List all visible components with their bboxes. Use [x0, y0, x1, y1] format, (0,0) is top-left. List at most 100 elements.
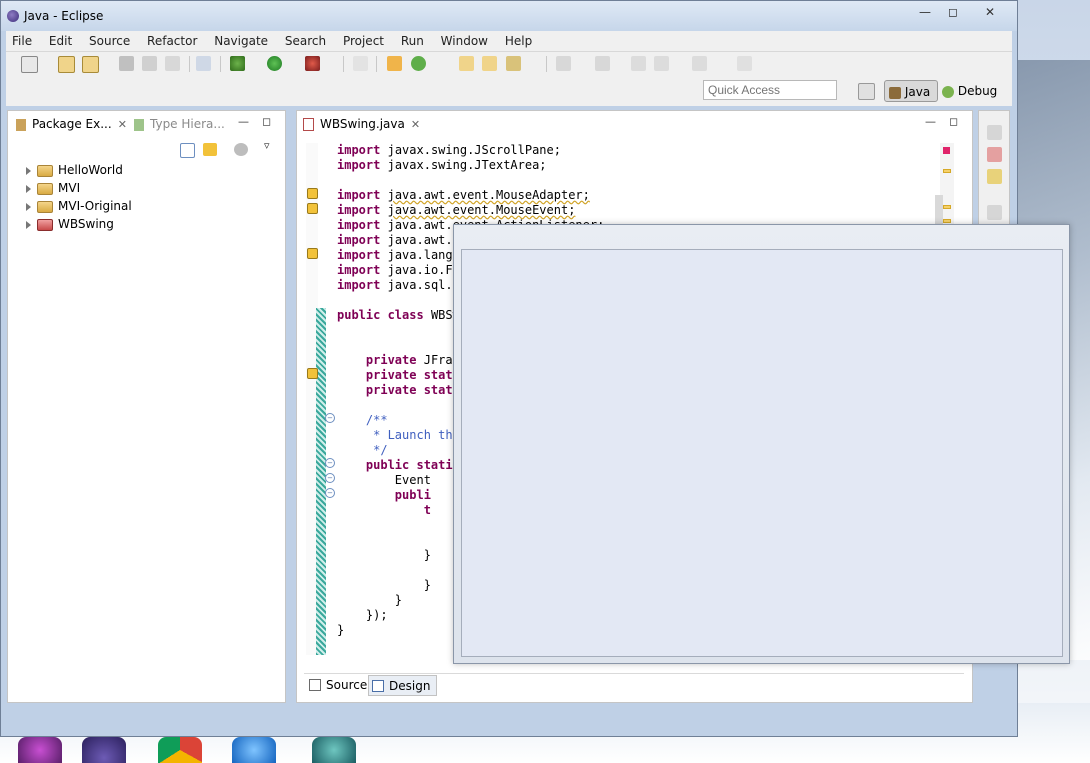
refresh-icon[interactable]: [411, 56, 426, 71]
fold-icon[interactable]: −: [325, 488, 335, 498]
warning-marker[interactable]: [943, 205, 951, 209]
open-folder-icon[interactable]: [482, 56, 497, 71]
maximize-icon[interactable]: ◻: [945, 3, 961, 21]
menu-window[interactable]: Window: [435, 31, 495, 51]
fold-icon[interactable]: −: [325, 458, 335, 468]
close-tab-icon[interactable]: ✕: [118, 118, 127, 131]
swing-frame-content[interactable]: [461, 249, 1063, 657]
code-line: });: [337, 608, 388, 622]
pin-icon[interactable]: [737, 56, 752, 71]
view-menu-icon[interactable]: [234, 143, 248, 156]
toolbar-separator: [546, 56, 547, 72]
code-line: }: [337, 548, 431, 562]
print-icon[interactable]: [165, 56, 180, 71]
tab-design[interactable]: Design: [368, 675, 438, 696]
tree-item-mvi-original[interactable]: MVI-Original: [26, 197, 132, 215]
menu-search[interactable]: Search: [279, 31, 333, 51]
restore-icon[interactable]: [987, 125, 1002, 140]
taskbar-app-icon[interactable]: [18, 737, 62, 763]
swing-frame-window[interactable]: [453, 224, 1070, 664]
search-icon[interactable]: [506, 56, 521, 71]
menu-navigate[interactable]: Navigate: [208, 31, 275, 51]
minimize-view-icon[interactable]: —: [238, 115, 249, 128]
next-annotation-icon[interactable]: [556, 56, 571, 71]
skip-breakpoints-icon[interactable]: [353, 56, 368, 71]
warning-icon[interactable]: [307, 368, 318, 379]
new-class-icon[interactable]: [387, 56, 402, 71]
restore-icon[interactable]: [987, 205, 1002, 220]
menu-run[interactable]: Run: [395, 31, 431, 51]
tree-item-label: MVI-Original: [58, 199, 132, 213]
last-edit-icon[interactable]: [631, 56, 646, 71]
new-package-icon[interactable]: [82, 56, 99, 73]
code-text: java.io.Fi: [387, 263, 460, 277]
expand-arrow-icon[interactable]: [26, 202, 31, 211]
open-perspective-icon[interactable]: [858, 83, 875, 100]
new-icon[interactable]: [21, 56, 38, 73]
outline-icon[interactable]: [987, 169, 1002, 184]
menu-project[interactable]: Project: [337, 31, 391, 51]
collapse-all-icon[interactable]: [180, 143, 195, 158]
problems-icon[interactable]: [987, 147, 1002, 162]
quick-access-input[interactable]: [703, 80, 837, 100]
expand-arrow-icon[interactable]: [26, 220, 31, 229]
open-type-icon[interactable]: [459, 56, 474, 71]
expand-arrow-icon[interactable]: [26, 166, 31, 175]
menu-help[interactable]: Help: [499, 31, 539, 51]
tree-item-mvi[interactable]: MVI: [26, 179, 80, 197]
maximize-view-icon[interactable]: ◻: [262, 115, 271, 128]
toolbar-separator: [189, 56, 190, 72]
tab-source[interactable]: Source: [306, 675, 367, 696]
chrome-taskbar-icon[interactable]: [158, 737, 202, 763]
java-perspective-button[interactable]: Java: [884, 80, 938, 102]
debug-icon[interactable]: [230, 56, 245, 71]
maximize-editor-icon[interactable]: ◻: [949, 115, 958, 128]
toggle-icon[interactable]: [196, 56, 211, 71]
menu-refactor[interactable]: Refactor: [141, 31, 204, 51]
back-icon[interactable]: [654, 56, 669, 71]
prev-annotation-icon[interactable]: [595, 56, 610, 71]
warning-icon[interactable]: [307, 188, 318, 199]
close-tab-icon[interactable]: ✕: [411, 118, 420, 131]
minimize-editor-icon[interactable]: —: [925, 115, 936, 128]
fold-icon[interactable]: −: [325, 473, 335, 483]
code-line: * Launch the: [337, 428, 460, 442]
type-hierarchy-tab-label: Type Hiera...: [150, 117, 225, 131]
perspective-bar: Java Debug: [6, 76, 1012, 106]
browser-taskbar-icon[interactable]: [232, 737, 276, 763]
warning-icon[interactable]: [307, 248, 318, 259]
save-all-icon[interactable]: [142, 56, 157, 71]
java-perspective-label: Java: [904, 85, 931, 99]
minimize-icon[interactable]: —: [917, 3, 933, 21]
warning-marker[interactable]: [943, 169, 951, 173]
close-icon[interactable]: ✕: [981, 3, 999, 21]
java-taskbar-icon[interactable]: [312, 737, 356, 763]
toolbar-separator: [376, 56, 377, 72]
code-line: import java.awt.event.MouseAdapter;: [337, 188, 590, 202]
view-dropdown-icon[interactable]: ▿: [264, 139, 270, 152]
expand-arrow-icon[interactable]: [26, 184, 31, 193]
tab-type-hierarchy[interactable]: Type Hiera...: [134, 114, 225, 135]
error-marker[interactable]: [943, 147, 950, 154]
menu-file[interactable]: File: [6, 31, 39, 51]
run-external-icon[interactable]: [305, 56, 320, 71]
warning-icon[interactable]: [307, 203, 318, 214]
menu-source[interactable]: Source: [83, 31, 137, 51]
tree-item-helloworld[interactable]: HelloWorld: [26, 161, 123, 179]
eclipse-taskbar-icon[interactable]: [82, 737, 126, 763]
menu-edit[interactable]: Edit: [43, 31, 79, 51]
tree-item-wbswing[interactable]: WBSwing: [26, 215, 114, 233]
design-icon: [372, 680, 384, 692]
link-with-editor-icon[interactable]: [203, 143, 217, 156]
debug-perspective-button[interactable]: Debug: [942, 80, 1002, 102]
save-icon[interactable]: [119, 56, 134, 71]
swing-frame-title-bar[interactable]: [454, 225, 1069, 249]
run-icon[interactable]: [267, 56, 282, 71]
tab-package-explorer[interactable]: Package Ex... ✕: [16, 114, 127, 135]
warning-marker[interactable]: [943, 219, 951, 223]
forward-icon[interactable]: [692, 56, 707, 71]
fold-icon[interactable]: −: [325, 413, 335, 423]
tab-wbswing-java[interactable]: WBSwing.java ✕: [303, 114, 420, 135]
tree-item-label: WBSwing: [58, 217, 114, 231]
new-project-icon[interactable]: [58, 56, 75, 73]
